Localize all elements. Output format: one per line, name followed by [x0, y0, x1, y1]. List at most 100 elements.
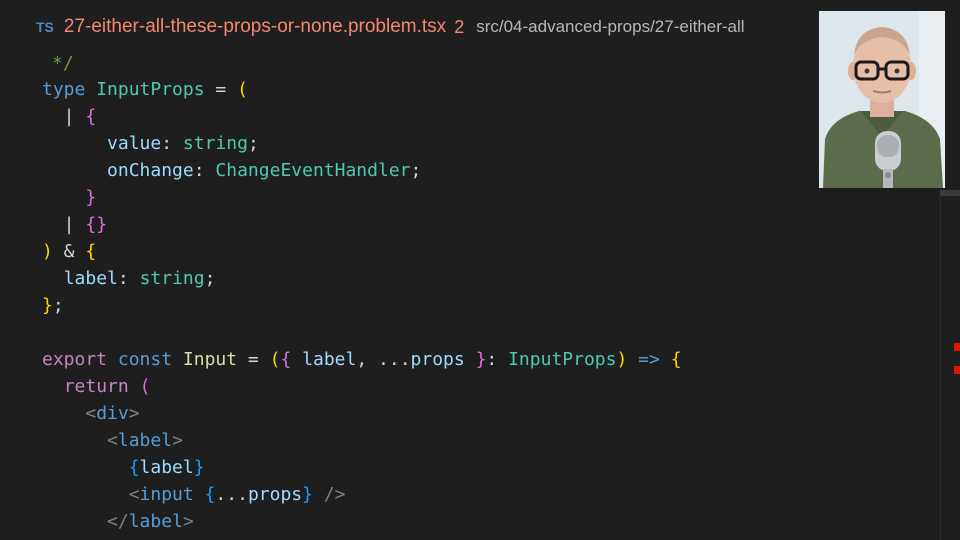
code-editor[interactable]: */ type InputProps = ( | { value: string…	[0, 50, 940, 540]
keyword-token: export	[42, 349, 108, 370]
bracket-token: )	[616, 349, 628, 370]
operator-token: =	[237, 349, 270, 370]
indent-token	[42, 133, 107, 154]
code-line: label: string;	[42, 265, 216, 292]
code-line: ) & {	[42, 238, 96, 265]
tag-bracket-token: <	[128, 484, 140, 505]
tag-bracket-token: >	[128, 403, 140, 424]
bracket-token: {	[85, 241, 97, 262]
bracket-token: {	[204, 484, 216, 505]
bracket-token: (	[269, 349, 281, 370]
type-token: string	[139, 268, 205, 289]
bracket-token: }	[475, 349, 487, 370]
bracket-token: {	[670, 349, 682, 370]
code-line: type InputProps = (	[42, 76, 248, 103]
punctuation-token: ;	[247, 133, 259, 154]
punctuation-token: :	[161, 133, 183, 154]
error-marker	[954, 366, 960, 374]
comment-token: */	[52, 53, 74, 74]
type-token: InputProps	[508, 349, 617, 370]
code-line: value: string;	[42, 130, 259, 157]
indent-token	[42, 511, 107, 532]
tag-bracket-token: />	[323, 484, 346, 505]
bracket-token: }	[193, 457, 205, 478]
tag-name-token: input	[139, 484, 194, 505]
tag-bracket-token: <	[107, 430, 118, 451]
keyword-token: const	[117, 349, 173, 370]
bracket-token: }	[42, 295, 53, 316]
indent-token	[42, 187, 85, 208]
bracket-token: {	[85, 106, 97, 127]
code-line: }	[42, 184, 96, 211]
operator-token: |	[42, 214, 86, 235]
scrollbar-divider	[940, 196, 941, 540]
spread-token: ...	[215, 484, 248, 505]
indent-token	[42, 484, 129, 505]
tag-bracket-token: <	[85, 403, 97, 424]
indent-token	[42, 403, 85, 424]
indent-token	[42, 376, 64, 397]
punctuation-token: ;	[204, 268, 216, 289]
problem-count-badge: 2	[454, 16, 465, 37]
editor-tab[interactable]: TS 27-either-all-these-props-or-none.pro…	[36, 14, 745, 40]
type-token: InputProps	[96, 79, 205, 100]
code-line: return (	[42, 373, 151, 400]
variable-token: props	[247, 484, 303, 505]
operator-token: =	[204, 79, 238, 100]
indent-token	[42, 160, 107, 181]
punctuation-token: :	[117, 268, 140, 289]
tab-filename[interactable]: 27-either-all-these-props-or-none.proble…	[64, 16, 446, 38]
tag-name-token: div	[96, 403, 129, 424]
punctuation-token: ;	[52, 295, 64, 316]
presenter-image	[819, 11, 945, 188]
bracket-token: {	[128, 457, 140, 478]
bracket-token: (	[237, 79, 248, 100]
typescript-file-icon: TS	[36, 19, 54, 35]
code-line: <div>	[42, 400, 140, 427]
bracket-token: (	[139, 376, 151, 397]
tag-name-token: label	[128, 511, 183, 532]
code-line: {label}	[42, 454, 205, 481]
keyword-token: return	[63, 376, 129, 397]
code-line: | {}	[42, 211, 107, 238]
parameter-token: label	[302, 349, 357, 370]
punctuation-token: ;	[410, 160, 422, 181]
code-line: };	[42, 292, 64, 319]
code-line: */	[52, 50, 74, 77]
keyword-token: type	[42, 79, 86, 100]
code-line: <label>	[42, 427, 183, 454]
property-token: onChange	[107, 160, 194, 181]
bracket-token: }	[302, 484, 313, 505]
code-line: onChange: ChangeEventHandler;	[42, 157, 421, 184]
property-token: value	[107, 133, 162, 154]
punctuation-token: ,	[356, 349, 379, 370]
punctuation-token: :	[486, 349, 509, 370]
code-line: <input {...props} />	[42, 481, 346, 508]
tag-bracket-token: >	[182, 511, 194, 532]
operator-token: |	[42, 106, 86, 127]
tab-file-path: src/04-advanced-props/27-either-all	[476, 17, 745, 36]
tag-bracket-token: >	[172, 430, 183, 451]
type-token: ChangeEventHandler	[215, 160, 411, 181]
presenter-webcam	[819, 11, 945, 188]
scrollbar-thumb[interactable]	[940, 190, 960, 196]
tag-bracket-token: </	[107, 511, 129, 532]
code-line: | {	[42, 103, 97, 130]
code-line: export const Input = ({ label, ...props …	[42, 346, 682, 373]
function-name-token: Input	[182, 349, 238, 370]
arrow-token: =>	[638, 349, 660, 370]
bracket-token: {}	[85, 214, 108, 235]
indent-token	[42, 430, 107, 451]
punctuation-token: :	[193, 160, 216, 181]
tag-name-token: label	[117, 430, 173, 451]
spread-token: ...	[378, 349, 411, 370]
